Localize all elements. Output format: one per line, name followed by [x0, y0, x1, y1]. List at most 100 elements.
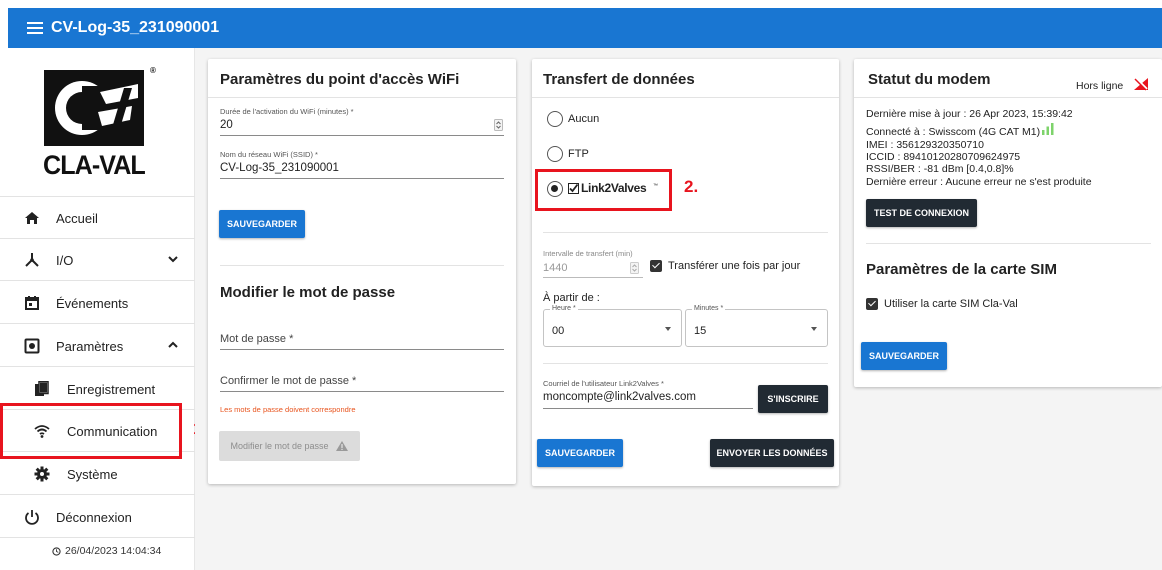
power-icon — [25, 510, 39, 525]
files-copy-icon — [35, 381, 49, 396]
sidebar-item-systeme[interactable]: Système — [0, 453, 195, 495]
branch-io-icon — [25, 253, 39, 267]
data-transfer-card: Transfert de données Aucun FTP Link2Valv… — [532, 59, 839, 486]
once-daily-checkbox[interactable] — [650, 260, 662, 272]
sidebar-item-label: Système — [67, 467, 118, 482]
email-input[interactable]: moncompte@link2valves.com — [543, 391, 696, 403]
modem-connected-to: Connecté à : Swisscom (4G CAT M1) — [866, 126, 1041, 138]
sidebar-item-accueil[interactable]: Accueil — [0, 197, 195, 239]
modem-last-update: Dernière mise à jour : 26 Apr 2023, 15:3… — [866, 108, 1073, 120]
annotation-number-2: 2. — [684, 177, 699, 196]
field-underline — [220, 178, 504, 179]
wifi-settings-card: Paramètres du point d'accès WiFi Durée d… — [208, 59, 516, 484]
section-divider — [866, 243, 1151, 244]
hour-select-value: 00 — [552, 325, 565, 337]
field-underline — [220, 135, 504, 136]
card-divider — [532, 97, 839, 98]
minutes-select-label: Minutes * — [692, 305, 726, 312]
card-divider — [208, 97, 516, 98]
dropdown-arrow-icon — [811, 327, 817, 331]
chevron-up-icon[interactable] — [165, 337, 181, 353]
dropdown-arrow-icon — [665, 327, 671, 331]
hour-select[interactable]: Heure * 00 — [543, 305, 682, 347]
home-icon — [25, 212, 39, 224]
chevron-down-icon[interactable] — [165, 251, 181, 267]
radio-ftp-label: FTP — [568, 148, 589, 160]
sidebar-item-deconnexion[interactable]: Déconnexion — [0, 496, 195, 538]
device-title: CV-Log-35_231090001 — [51, 19, 220, 36]
sidebar-item-parametres[interactable]: Paramètres — [0, 325, 195, 367]
sidebar-item-label: Déconnexion — [56, 510, 132, 525]
email-label: Courriel de l'utilisateur Link2Valves * — [543, 379, 664, 388]
transfer-card-title: Transfert de données — [543, 71, 695, 88]
section-divider — [220, 265, 504, 266]
wifi-card-title: Paramètres du point d'accès WiFi — [220, 71, 460, 88]
sim-save-button[interactable]: SAUVEGARDER — [861, 342, 947, 370]
radio-ftp[interactable] — [547, 146, 563, 162]
sidebar-item-label: I/O — [56, 253, 74, 268]
wifi-duration-label: Durée de l'activation du WiFi (minutes) … — [220, 107, 354, 116]
password-error-text: Les mots de passe doivent correspondre — [220, 405, 356, 414]
modem-status-text: Hors ligne — [1076, 80, 1124, 92]
field-underline — [543, 277, 643, 278]
modem-status-card: Statut du modem Hors ligne Dernière mise… — [854, 59, 1162, 387]
sim-section-title: Paramètres de la carte SIM — [866, 261, 1057, 278]
radio-aucun[interactable] — [547, 111, 563, 127]
sidebar-item-evenements[interactable]: Événements — [0, 282, 195, 324]
password-input[interactable]: Mot de passe * — [220, 333, 293, 345]
number-spinner-icon[interactable] — [494, 119, 503, 131]
annotation-box-link2valves — [535, 169, 672, 211]
once-daily-label: Transférer une fois par jour — [668, 260, 801, 272]
main-content: Paramètres du point d'accès WiFi Durée d… — [195, 48, 1162, 570]
calendar-icon — [25, 296, 39, 310]
password-section-title: Modifier le mot de passe — [220, 284, 396, 301]
sidebar-item-io[interactable]: I/O — [0, 239, 195, 281]
sidebar-datetime: 26/04/2023 14:04:34 — [52, 545, 161, 557]
sidebar-item-label: Événements — [56, 296, 129, 311]
register-button[interactable]: S'INSCRIRE — [758, 385, 828, 413]
card-divider — [854, 97, 1162, 98]
use-claval-sim-checkbox[interactable] — [866, 298, 878, 310]
hamburger-menu-icon[interactable] — [27, 22, 43, 34]
wifi-ssid-label: Nom du réseau WiFi (SSID) * — [220, 150, 318, 159]
modem-iccid: ICCID : 89410120280709624975 — [866, 151, 1021, 163]
minutes-select[interactable]: Minutes * 15 — [685, 305, 828, 347]
confirm-password-input[interactable]: Confirmer le mot de passe * — [220, 375, 356, 387]
field-underline — [220, 349, 504, 350]
wifi-duration-input[interactable]: 20 — [220, 119, 233, 131]
clock-icon — [52, 546, 61, 556]
top-app-bar: CV-Log-35_231090001 — [8, 8, 1162, 48]
from-label: À partir de : — [543, 292, 600, 304]
signal-strength-icon — [1042, 123, 1054, 135]
cla-val-logo: ® CLA-VAL — [42, 66, 160, 182]
sidebar-item-label: Accueil — [56, 211, 98, 226]
sidebar: ® CLA-VAL Accueil I/O Événements Paramèt… — [0, 48, 195, 570]
modem-card-title: Statut du modem — [868, 71, 991, 88]
sidebar-item-label: Enregistrement — [67, 382, 156, 397]
wifi-save-button[interactable]: SAUVEGARDER — [219, 210, 305, 238]
transfer-interval-label: Intervalle de transfert (min) — [543, 249, 633, 258]
warning-icon — [335, 441, 348, 451]
section-divider — [543, 232, 828, 233]
change-password-label: Modifier le mot de passe — [230, 441, 329, 451]
logo-text: CLA-VAL — [43, 150, 146, 180]
transfer-save-button[interactable]: SAUVEGARDER — [537, 439, 623, 467]
modem-imei: IMEI : 356129320350710 — [866, 139, 984, 151]
modem-last-error: Dernière erreur : Aucune erreur ne s'est… — [866, 176, 1092, 188]
datetime-text: 26/04/2023 14:04:34 — [65, 545, 162, 557]
radio-aucun-label: Aucun — [568, 113, 600, 125]
wifi-ssid-input[interactable]: CV-Log-35_231090001 — [220, 162, 339, 174]
use-claval-sim-label: Utiliser la carte SIM Cla-Val — [884, 298, 1018, 310]
field-underline — [543, 408, 753, 409]
number-spinner-icon[interactable] — [630, 262, 639, 274]
modem-rssi: RSSI/BER : -81 dBm [0.4,0.8]% — [866, 163, 1014, 175]
logo-registered-mark: ® — [150, 66, 156, 75]
send-data-button[interactable]: ENVOYER LES DONNÉES — [710, 439, 834, 467]
change-password-button[interactable]: Modifier le mot de passe — [219, 431, 360, 461]
transfer-interval-input[interactable]: 1440 — [543, 262, 567, 274]
signal-offline-icon — [1134, 77, 1148, 91]
annotation-box-communication — [0, 403, 182, 459]
section-divider — [543, 363, 828, 364]
test-connection-button[interactable]: TEST DE CONNEXION — [866, 199, 977, 227]
gear-icon — [34, 466, 50, 482]
